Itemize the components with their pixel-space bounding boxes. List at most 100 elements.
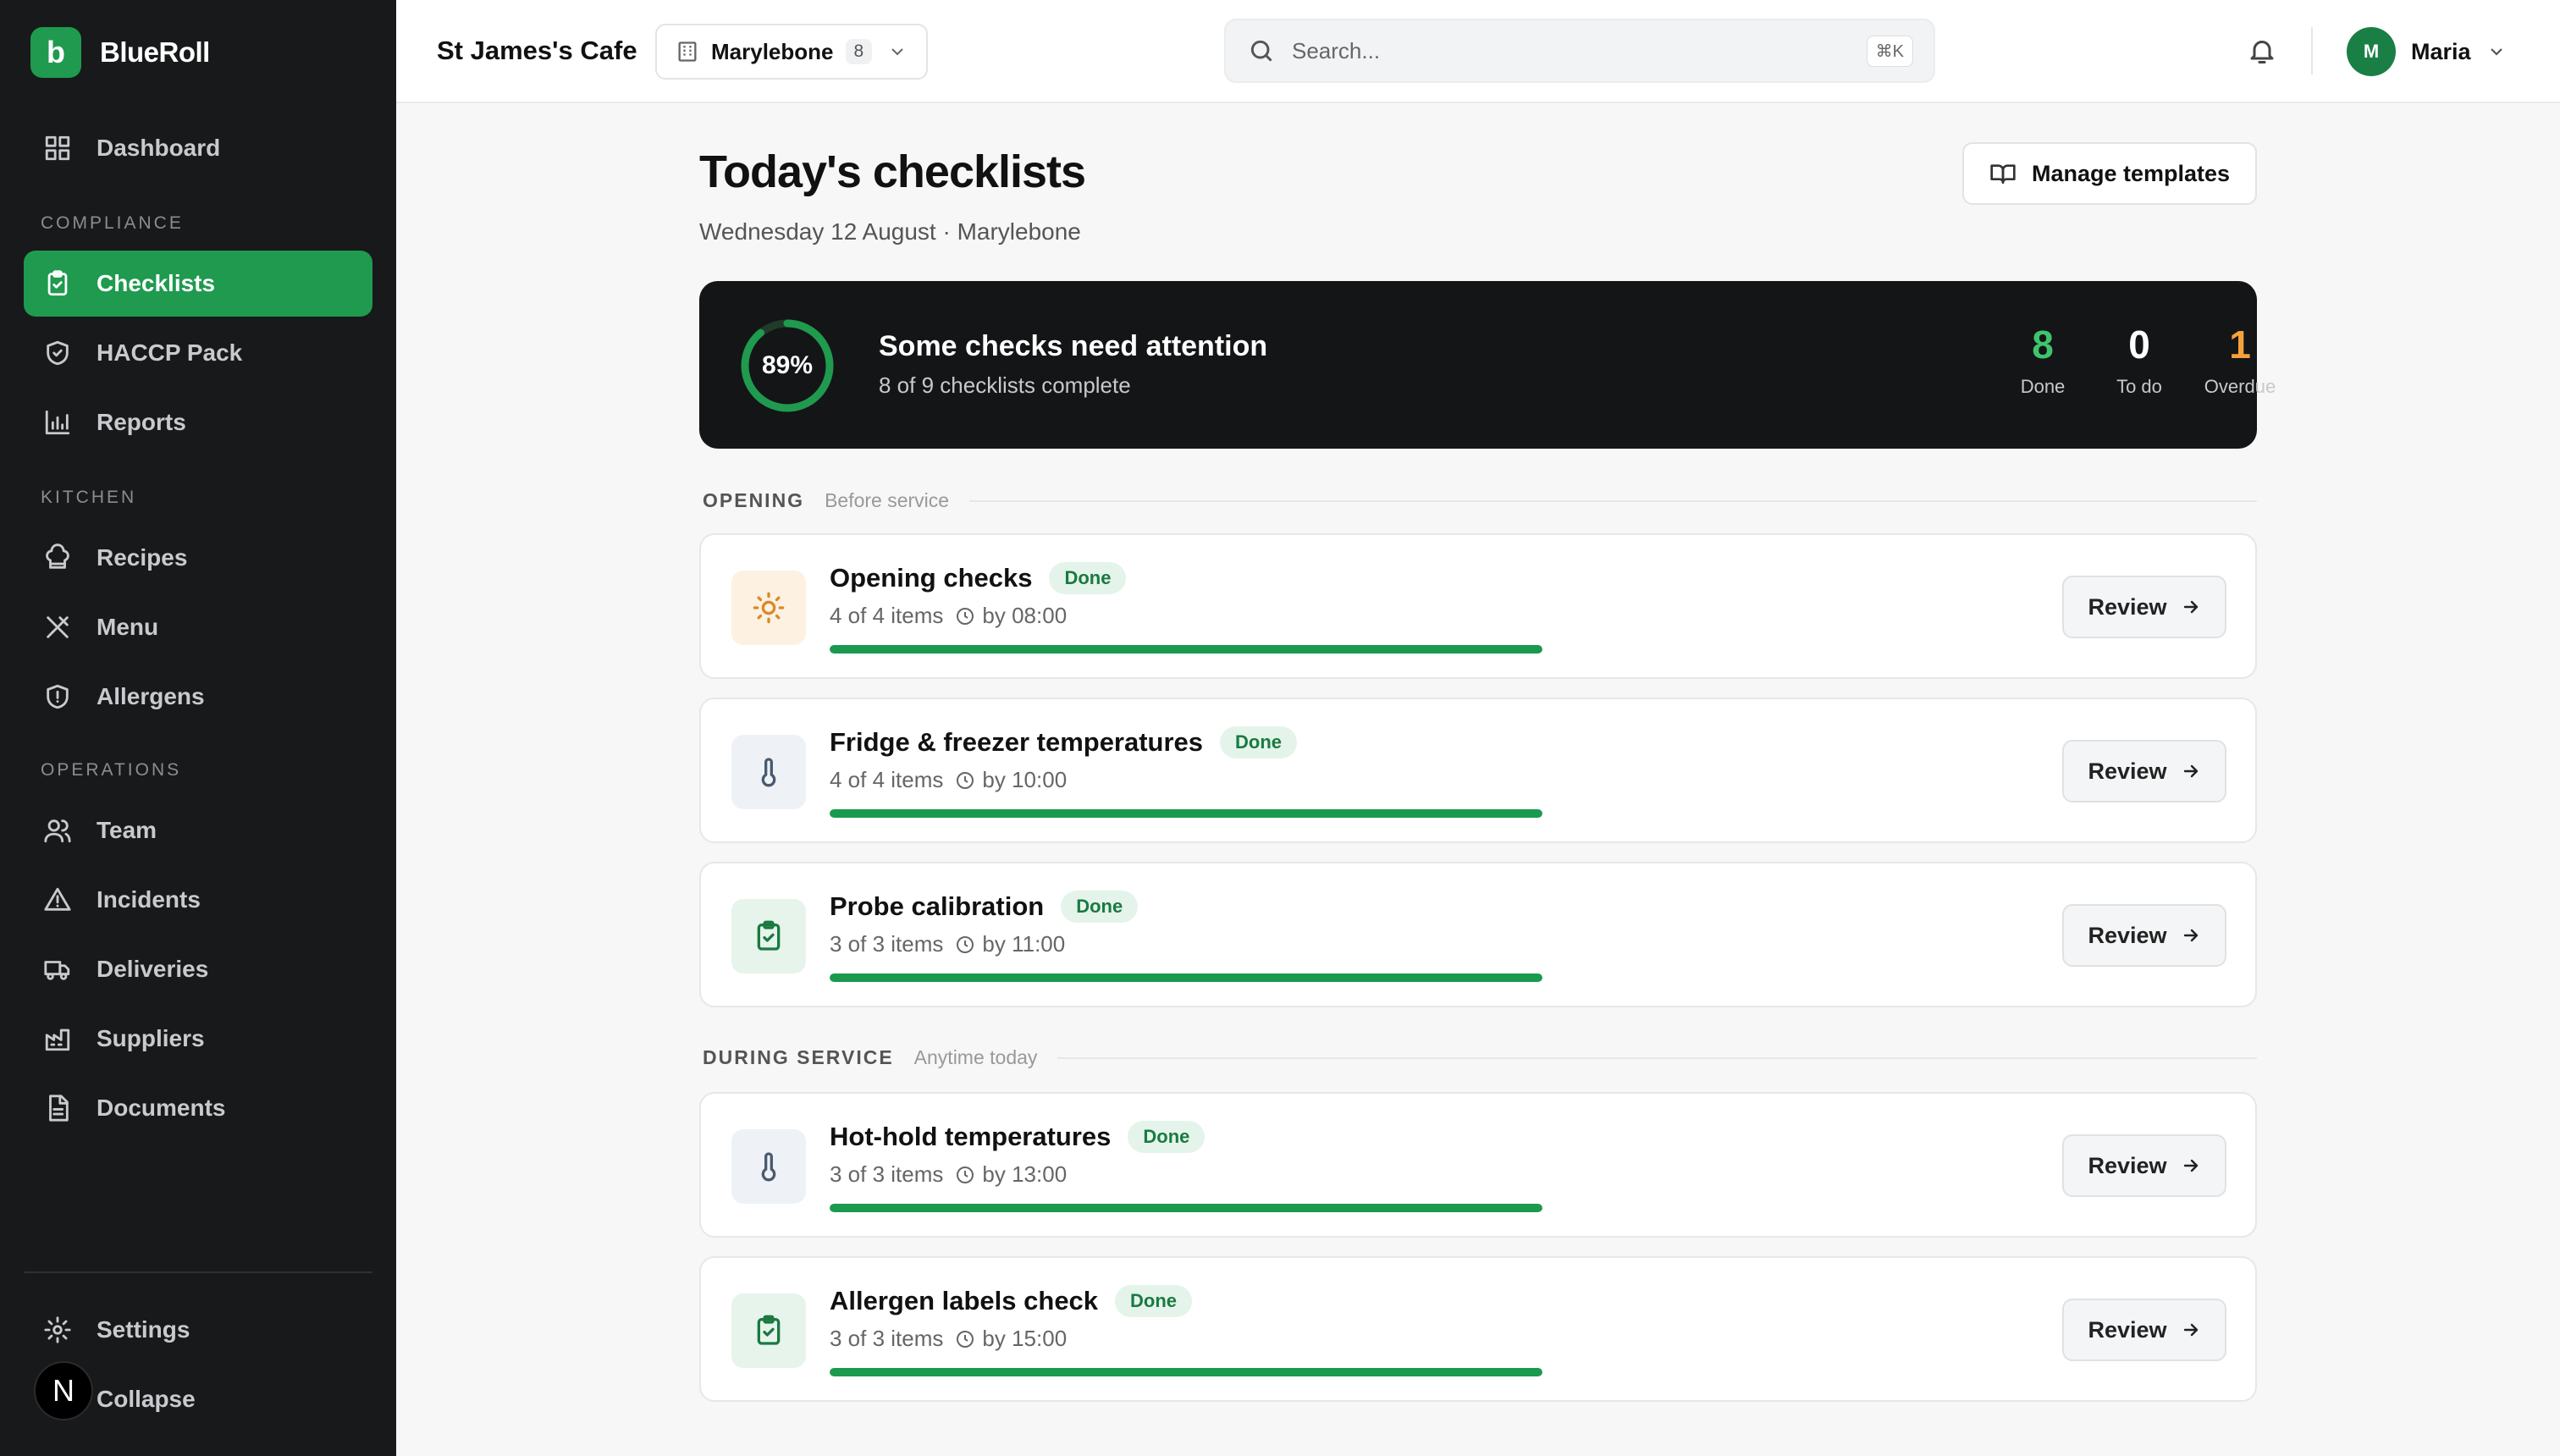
manage-templates-button[interactable]: Manage templates bbox=[1962, 142, 2257, 205]
review-button[interactable]: Review bbox=[2062, 904, 2226, 967]
sidebar-item-label: Suppliers bbox=[97, 1025, 205, 1051]
stat-label: Done bbox=[2020, 376, 2066, 397]
sidebar-item-settings[interactable]: Settings bbox=[24, 1297, 372, 1363]
summary-subtitle: 8 of 9 checklists complete bbox=[879, 372, 1131, 398]
chevron-down-icon bbox=[2490, 48, 2502, 56]
checklist-title: Allergen labels check bbox=[830, 1286, 1099, 1315]
checklist-title-row: Opening checks Done bbox=[830, 562, 1127, 594]
sidebar-item-team[interactable]: Team bbox=[24, 797, 372, 863]
checklist-item-count: 4 of 4 items bbox=[830, 767, 944, 792]
sidebar-item-checklists[interactable]: Checklists bbox=[24, 251, 372, 317]
checklist-card[interactable]: Fridge & freezer temperatures Done 4 of 4 … bbox=[699, 698, 2257, 843]
checklist-card[interactable]: Allergen labels check Done 3 of 3 items by … bbox=[699, 1256, 2257, 1402]
sidebar-divider bbox=[24, 1271, 372, 1273]
review-label: Review bbox=[2088, 758, 2167, 784]
stat-done: 8 Done bbox=[2005, 325, 2081, 398]
review-button[interactable]: Review bbox=[2062, 1299, 2226, 1361]
clipboard-check-icon bbox=[757, 1315, 781, 1345]
section-divider bbox=[1057, 1056, 2257, 1059]
progress-bar bbox=[830, 1204, 1542, 1212]
sidebar-item-deliveries[interactable]: Deliveries bbox=[24, 936, 372, 1002]
avatar: M bbox=[2347, 27, 2396, 76]
brand[interactable]: b BlueRoll bbox=[30, 27, 210, 78]
status-badge: Done bbox=[1115, 1285, 1193, 1317]
bar-chart-icon bbox=[42, 407, 73, 438]
status-badge: Done bbox=[1128, 1121, 1206, 1153]
sun-icon bbox=[753, 592, 785, 624]
sidebar-item-menu[interactable]: Menu bbox=[24, 594, 372, 660]
factory-icon bbox=[42, 1023, 73, 1054]
status-badge: Done bbox=[1049, 562, 1127, 594]
section-name: DURING SERVICE bbox=[703, 1046, 894, 1068]
checklist-title: Hot-hold temperatures bbox=[830, 1122, 1112, 1151]
review-button[interactable]: Review bbox=[2062, 1134, 2226, 1197]
status-badge: Done bbox=[1061, 891, 1139, 923]
dev-overlay-badge[interactable]: N bbox=[34, 1361, 93, 1420]
section-name: OPENING bbox=[703, 489, 805, 511]
clock-icon bbox=[957, 1330, 974, 1348]
checklist-item-count: 3 of 3 items bbox=[830, 1326, 944, 1351]
progress-bar bbox=[830, 1368, 1542, 1376]
checklist-title: Fridge & freezer temperatures bbox=[830, 727, 1204, 757]
location-name: Marylebone bbox=[711, 38, 834, 64]
document-icon bbox=[42, 1093, 73, 1123]
progress-percent: 89% bbox=[761, 351, 814, 379]
checklist-due: by 15:00 bbox=[982, 1326, 1068, 1351]
checklist-meta: 3 of 3 items by 13:00 bbox=[830, 1161, 1067, 1188]
cafe-name: St James's Cafe bbox=[437, 36, 637, 65]
search-bar[interactable]: Search... ⌘K bbox=[1224, 19, 1935, 83]
progress-bar bbox=[830, 645, 1542, 654]
thermometer-icon bbox=[761, 1152, 776, 1182]
checklist-title-row: Probe calibration Done bbox=[830, 891, 1139, 923]
checklist-due: by 13:00 bbox=[982, 1161, 1068, 1187]
sidebar-item-haccp-pack[interactable]: HACCP Pack bbox=[24, 320, 372, 386]
section-description: Before service bbox=[825, 489, 950, 511]
checklist-meta: 4 of 4 items by 10:00 bbox=[830, 767, 1067, 793]
clock-icon bbox=[957, 607, 974, 625]
user-menu[interactable]: M Maria bbox=[2347, 27, 2507, 76]
page-title: Today's checklists bbox=[699, 146, 1086, 197]
sidebar-item-label: Settings bbox=[97, 1316, 190, 1343]
checklist-meta: 3 of 3 items by 15:00 bbox=[830, 1326, 1067, 1352]
top-header: St James's Cafe Marylebone 8 Search... ⌘… bbox=[396, 0, 2560, 103]
checklist-icon-tile bbox=[731, 899, 806, 973]
status-badge: Done bbox=[1220, 726, 1298, 758]
sidebar-item-incidents[interactable]: Incidents bbox=[24, 867, 372, 933]
sidebar-item-recipes[interactable]: Recipes bbox=[24, 525, 372, 591]
sidebar-item-label: Incidents bbox=[97, 886, 201, 913]
header-divider bbox=[2311, 27, 2313, 74]
sidebar-item-suppliers[interactable]: Suppliers bbox=[24, 1006, 372, 1072]
notifications-button[interactable] bbox=[2247, 36, 2277, 70]
page-subtitle: Wednesday 12 August · Marylebone bbox=[699, 218, 1081, 245]
progress-fill bbox=[830, 1204, 1542, 1212]
clock-icon bbox=[957, 935, 974, 953]
stat-value: 1 bbox=[2229, 323, 2251, 367]
gear-icon bbox=[42, 1315, 73, 1345]
brand-logo: b bbox=[30, 27, 81, 78]
search-input[interactable]: Search... bbox=[1292, 38, 1380, 64]
location-select[interactable]: Marylebone 8 bbox=[655, 24, 928, 80]
arrow-right-icon bbox=[2183, 600, 2198, 614]
chef-hat-icon bbox=[42, 543, 73, 573]
checklist-icon-tile bbox=[731, 571, 806, 645]
grid-icon bbox=[42, 133, 73, 163]
sidebar-item-reports[interactable]: Reports bbox=[24, 389, 372, 455]
arrow-right-icon bbox=[2183, 929, 2198, 942]
review-button[interactable]: Review bbox=[2062, 576, 2226, 638]
sidebar-item-documents[interactable]: Documents bbox=[24, 1075, 372, 1141]
progress-bar bbox=[830, 973, 1542, 982]
checklist-card[interactable]: Hot-hold temperatures Done 3 of 3 items by … bbox=[699, 1092, 2257, 1238]
checklist-card[interactable]: Probe calibration Done 3 of 3 items by 11:0… bbox=[699, 862, 2257, 1007]
review-button[interactable]: Review bbox=[2062, 740, 2226, 802]
sidebar-item-dashboard[interactable]: Dashboard bbox=[24, 115, 372, 181]
stat-todo: 0 To do bbox=[2093, 325, 2186, 398]
chevron-down-icon bbox=[891, 48, 903, 56]
summary-banner: 89% Some checks need attention 8 of 9 ch… bbox=[699, 281, 2276, 449]
checklist-card[interactable]: Opening checks Done 4 of 4 items by 08:00 Re… bbox=[699, 533, 2257, 679]
warning-triangle-icon bbox=[42, 885, 73, 915]
location-count-badge: 8 bbox=[845, 39, 873, 64]
checklist-due: by 08:00 bbox=[982, 603, 1068, 628]
sidebar-item-allergens[interactable]: Allergens bbox=[24, 664, 372, 730]
clock-icon bbox=[957, 1166, 974, 1183]
manage-templates-label: Manage templates bbox=[2031, 160, 2231, 186]
